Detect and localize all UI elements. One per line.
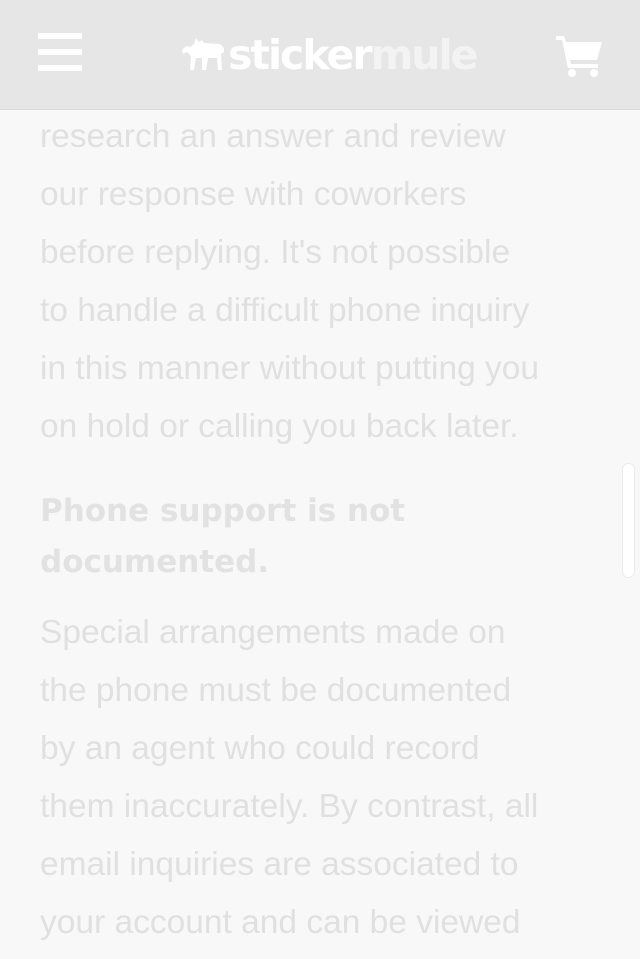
page: stickermule research an answer and revie… bbox=[0, 0, 640, 959]
paragraph-line: our response with coworkers bbox=[40, 176, 467, 213]
article-content: research an answer and review our respon… bbox=[40, 108, 610, 952]
brand-wordmark-sticker: sticker bbox=[228, 30, 373, 79]
paragraph-line: them inaccurately. By contrast, all bbox=[40, 788, 539, 825]
shopping-cart-icon[interactable] bbox=[556, 34, 604, 78]
heading-line: Phone support is not bbox=[40, 493, 406, 529]
hamburger-menu-icon[interactable] bbox=[38, 33, 82, 73]
body-paragraph: Special arrangements made on the phone m… bbox=[40, 604, 610, 952]
paragraph-line: to handle a difficult phone inquiry bbox=[40, 292, 530, 329]
heading-line: documented. bbox=[40, 544, 270, 580]
paragraph-line: research an answer and review bbox=[40, 118, 506, 155]
menu-bar-line bbox=[38, 65, 82, 71]
section-heading: Phone support is not documented. bbox=[40, 486, 610, 588]
paragraph-line: your account and can be viewed bbox=[40, 904, 521, 941]
menu-bar-line bbox=[38, 33, 82, 39]
top-header-bar: stickermule bbox=[0, 0, 640, 110]
mule-logo-icon bbox=[182, 38, 224, 70]
vertical-scrollbar-thumb[interactable] bbox=[622, 463, 635, 578]
paragraph-line: by an agent who could record bbox=[40, 730, 480, 767]
brand-wordmark-mule: mule bbox=[370, 30, 479, 79]
menu-bar-line bbox=[38, 49, 82, 55]
brand-wordmark: stickermule bbox=[228, 34, 478, 76]
paragraph-line: before replying. It's not possible bbox=[40, 234, 511, 271]
stickermule-logo[interactable]: stickermule bbox=[180, 27, 478, 83]
paragraph-line: email inquiries are associated to bbox=[40, 846, 519, 883]
paragraph-line: in this manner without putting you bbox=[40, 350, 540, 387]
paragraph-line: Special arrangements made on bbox=[40, 614, 506, 651]
paragraph-line: the phone must be documented bbox=[40, 672, 512, 709]
intro-paragraph: research an answer and review our respon… bbox=[40, 108, 610, 456]
paragraph-line: on hold or calling you back later. bbox=[40, 408, 519, 445]
